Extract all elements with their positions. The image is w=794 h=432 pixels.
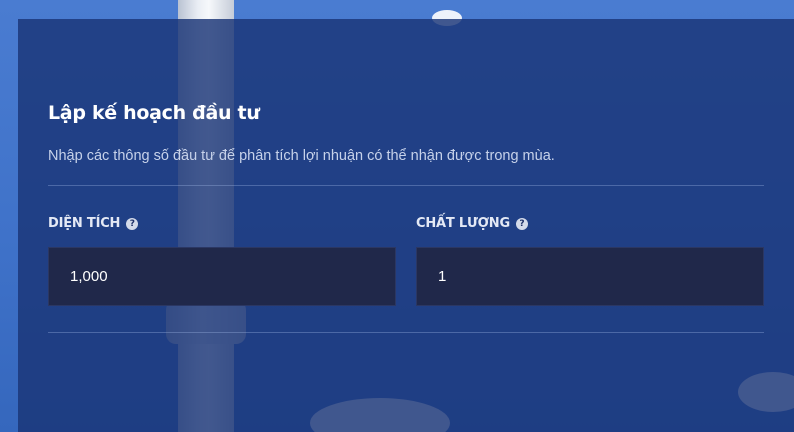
area-label: DIỆN TÍCH ? [48, 216, 139, 231]
panel-title: Lập kế hoạch đầu tư [48, 102, 260, 124]
help-icon[interactable]: ? [126, 217, 139, 230]
bottom-divider [48, 332, 764, 333]
area-input[interactable]: 1,000 [48, 247, 396, 306]
quality-label-text: CHẤT LƯỢNG [416, 216, 510, 231]
top-divider [48, 185, 764, 186]
area-label-text: DIỆN TÍCH [48, 216, 121, 231]
quality-input[interactable]: 1 [416, 247, 764, 306]
panel-subtitle: Nhập các thông số đầu tư để phân tích lợ… [48, 148, 555, 164]
quality-label: CHẤT LƯỢNG ? [416, 216, 528, 231]
investment-planner-panel: Lập kế hoạch đầu tư Nhập các thông số đầ… [18, 19, 794, 432]
help-icon[interactable]: ? [515, 217, 528, 230]
